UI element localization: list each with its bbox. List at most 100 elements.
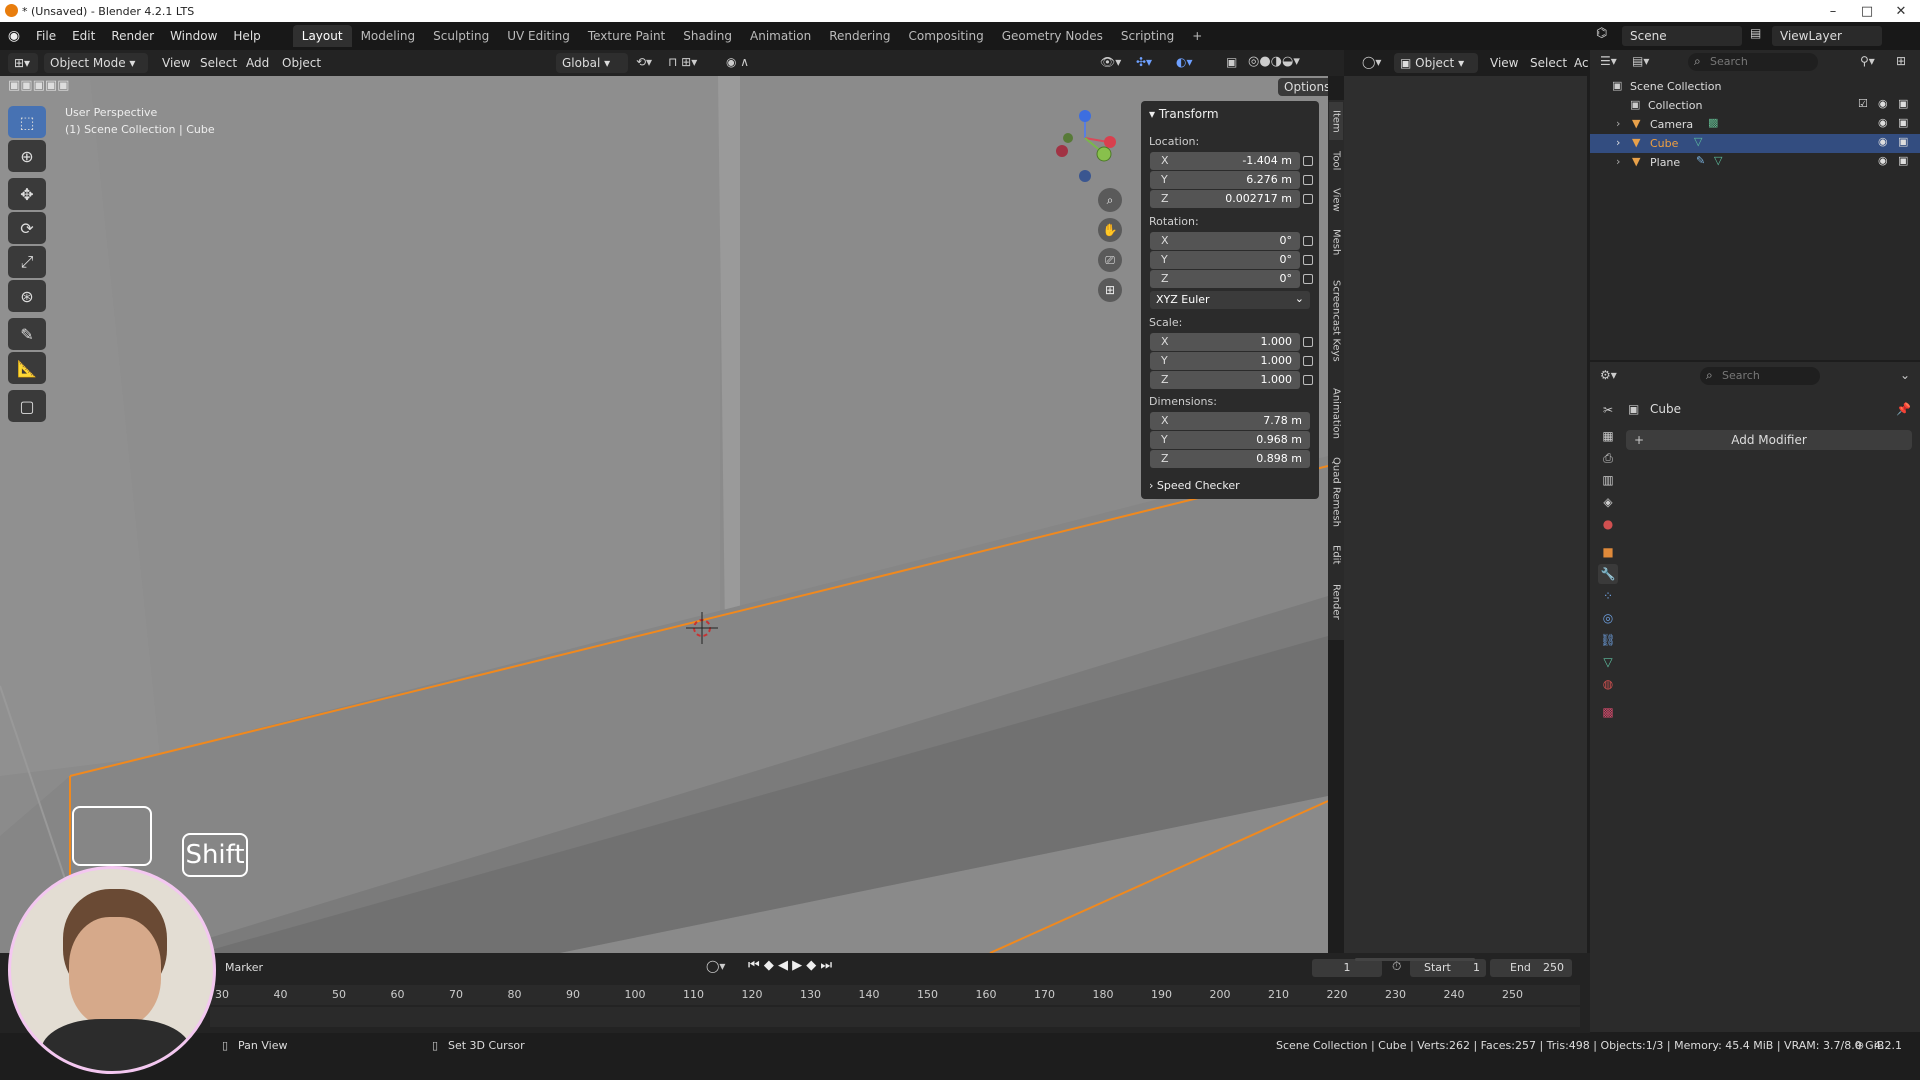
measure-tool-icon[interactable]: 📐 xyxy=(8,352,46,384)
menu-render[interactable]: Render xyxy=(103,29,162,43)
lock-icon[interactable] xyxy=(1303,274,1313,284)
view-layer-tab-icon[interactable]: ▥ xyxy=(1598,470,1618,490)
eye-icon[interactable]: ◉ xyxy=(1878,154,1888,167)
add-modifier-button[interactable]: + Add Modifier xyxy=(1626,430,1912,450)
outliner-search-input[interactable]: ⌕ Search xyxy=(1688,53,1818,71)
menu-file[interactable]: File xyxy=(28,29,64,43)
menu-object[interactable]: Object xyxy=(282,56,321,70)
dimensions-z-field[interactable]: Z 0.898 m xyxy=(1150,450,1310,468)
add-workspace-button[interactable]: + xyxy=(1183,25,1211,47)
scene-selector[interactable]: Scene xyxy=(1622,26,1742,46)
lock-icon[interactable] xyxy=(1303,337,1313,347)
tab-item[interactable]: Item xyxy=(1329,102,1343,140)
camera-render-icon[interactable]: ▣ xyxy=(1898,135,1908,148)
material-tab-icon[interactable]: ◍ xyxy=(1598,674,1618,694)
outliner-row-scene-collection[interactable]: ▣ Scene Collection xyxy=(1590,77,1920,96)
secondary-editor-area[interactable] xyxy=(1344,76,1587,953)
dimensions-y-field[interactable]: Y 0.968 m xyxy=(1150,431,1310,449)
lock-icon[interactable] xyxy=(1303,375,1313,385)
menu-edit[interactable]: Edit xyxy=(64,29,103,43)
ortho-grid-icon[interactable]: ⊞ xyxy=(1098,278,1122,302)
outliner-row-cube[interactable]: › ▼ Cube ▽ ◉ ▣ xyxy=(1590,134,1920,153)
texture-tab-icon[interactable]: ▩ xyxy=(1598,702,1618,722)
chevron-down-icon[interactable]: ⌄ xyxy=(1900,368,1910,382)
mesh-data-icon[interactable]: ▽ xyxy=(1694,135,1702,148)
tab-geometry-nodes[interactable]: Geometry Nodes xyxy=(993,25,1112,47)
view-layer-selector[interactable]: ViewLayer xyxy=(1772,26,1882,46)
proportional-edit-icon[interactable]: ◉ ∧ xyxy=(726,55,749,69)
menu-select[interactable]: Select xyxy=(200,56,237,70)
constraints-tab-icon[interactable]: ⛓ xyxy=(1598,630,1618,650)
start-frame-field[interactable]: Start 1 xyxy=(1410,959,1486,977)
editor-type-icon[interactable]: ⊞▾ xyxy=(8,53,38,73)
scale-z-field[interactable]: Z 1.000 xyxy=(1150,371,1300,389)
menu-view-right[interactable]: View xyxy=(1490,56,1518,70)
tool-tab-icon[interactable]: ✂ xyxy=(1598,400,1618,420)
display-mode-icon[interactable]: ▤▾ xyxy=(1632,54,1649,68)
move-tool-icon[interactable]: ✥ xyxy=(8,178,46,210)
tab-animation[interactable]: Animation xyxy=(1329,380,1343,446)
transform-orientation-dropdown[interactable]: Global ▾ xyxy=(556,53,628,73)
snap-icon[interactable]: ⊓ ⊞▾ xyxy=(668,55,697,69)
menu-add[interactable]: Add xyxy=(246,56,269,70)
camera-data-icon[interactable]: ▩ xyxy=(1708,116,1718,129)
rotate-tool-icon[interactable]: ⟳ xyxy=(8,212,46,244)
menu-ac-right[interactable]: Ac xyxy=(1574,56,1589,70)
tab-sculpting[interactable]: Sculpting xyxy=(424,25,498,47)
tab-scripting[interactable]: Scripting xyxy=(1112,25,1183,47)
render-tab-icon[interactable]: ▦ xyxy=(1598,426,1618,446)
tab-layout[interactable]: Layout xyxy=(292,25,352,47)
add-cube-tool-icon[interactable]: ▢ xyxy=(8,390,46,422)
options-dropdown[interactable]: Options ▾ xyxy=(1278,78,1328,96)
overlays-icon[interactable]: ◐▾ xyxy=(1176,55,1193,69)
stopwatch-icon[interactable]: ⏱ xyxy=(1392,959,1401,974)
tab-mesh[interactable]: Mesh xyxy=(1329,222,1343,262)
lock-icon[interactable] xyxy=(1303,236,1313,246)
minimize-icon[interactable]: – xyxy=(1816,0,1850,22)
mesh-data-icon[interactable]: ▽ xyxy=(1714,154,1722,167)
shading-modes-icon[interactable]: ◎●◑◒▾ xyxy=(1248,54,1300,69)
tab-texture-paint[interactable]: Texture Paint xyxy=(579,25,674,47)
tab-uv-editing[interactable]: UV Editing xyxy=(498,25,579,47)
zoom-icon[interactable]: ⌕ xyxy=(1098,188,1122,212)
camera-render-icon[interactable]: ▣ xyxy=(1898,97,1908,110)
checkbox-icon[interactable]: ☑ xyxy=(1858,97,1868,110)
data-tab-icon[interactable]: ▽ xyxy=(1598,652,1618,672)
object-interaction-icon[interactable]: ◯▾ xyxy=(1362,55,1381,69)
select-box-icon[interactable]: ⬚ xyxy=(8,106,46,138)
scale-tool-icon[interactable]: ⤢ xyxy=(8,246,46,278)
expand-arrow-icon[interactable]: › xyxy=(1616,155,1620,168)
blender-menu-icon[interactable]: ◉ xyxy=(0,28,28,44)
tab-shading[interactable]: Shading xyxy=(674,25,741,47)
current-frame-field[interactable]: 1 xyxy=(1312,959,1382,977)
location-z-field[interactable]: Z 0.002717 m xyxy=(1150,190,1300,208)
camera-render-icon[interactable]: ▣ xyxy=(1898,154,1908,167)
scale-x-field[interactable]: X 1.000 xyxy=(1150,333,1300,351)
dimensions-x-field[interactable]: X 7.78 m xyxy=(1150,412,1310,430)
visibility-icon[interactable]: 👁▾ xyxy=(1100,55,1121,69)
pan-hand-icon[interactable]: ✋ xyxy=(1098,218,1122,242)
camera-render-icon[interactable]: ▣ xyxy=(1898,116,1908,129)
eye-icon[interactable]: ◉ xyxy=(1878,135,1888,148)
world-tab-icon[interactable]: ● xyxy=(1598,514,1618,534)
gizmo-icon[interactable]: ✣▾ xyxy=(1136,55,1152,69)
menu-window[interactable]: Window xyxy=(162,29,225,43)
pin-icon[interactable]: 📌 xyxy=(1896,402,1911,416)
outliner-row-camera[interactable]: › ▼ Camera ▩ ◉ ▣ xyxy=(1590,115,1920,134)
lock-icon[interactable] xyxy=(1303,156,1313,166)
maximize-icon[interactable]: □ xyxy=(1850,0,1884,22)
menu-select-right[interactable]: Select xyxy=(1530,56,1567,70)
lock-icon[interactable] xyxy=(1303,175,1313,185)
location-x-field[interactable]: X -1.404 m xyxy=(1150,152,1300,170)
output-tab-icon[interactable]: ⎙ xyxy=(1598,448,1618,468)
tab-tool[interactable]: Tool xyxy=(1329,144,1343,178)
lock-icon[interactable] xyxy=(1303,356,1313,366)
timeline-scrollbar[interactable] xyxy=(1355,958,1475,961)
transform-tool-icon[interactable]: ⊛ xyxy=(8,280,46,312)
new-collection-icon[interactable]: ⊞ xyxy=(1896,54,1906,68)
scene-tab-icon[interactable]: ◈ xyxy=(1598,492,1618,512)
modifier-tab-icon[interactable]: 🔧 xyxy=(1598,564,1618,584)
end-frame-field[interactable]: End 250 xyxy=(1490,959,1572,977)
transform-panel-header[interactable]: ▾ Transform xyxy=(1149,107,1219,121)
tab-render[interactable]: Render xyxy=(1329,576,1343,628)
